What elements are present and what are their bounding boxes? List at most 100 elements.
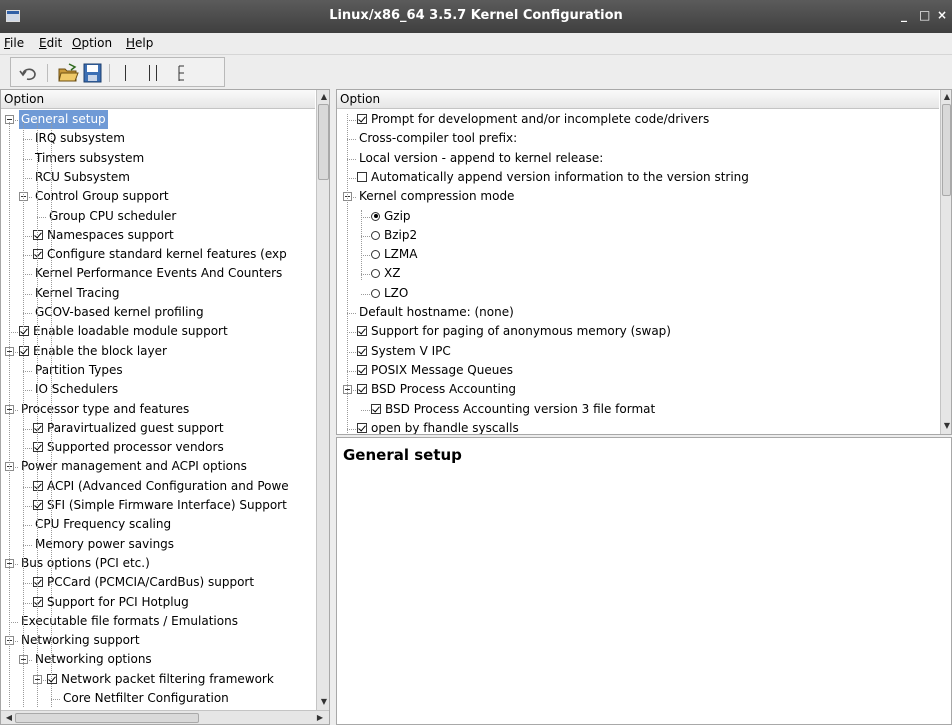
tree-item[interactable]: Kernel Tracing (33, 284, 122, 303)
tree-item-label: Timers subsystem (35, 150, 145, 165)
option-list-pane[interactable]: Option Prompt for development and/or inc… (336, 89, 952, 435)
checked-checkbox-icon[interactable] (357, 345, 367, 356)
scroll-up-icon[interactable]: ▲ (318, 91, 329, 103)
undo-icon[interactable] (17, 62, 39, 84)
option-row[interactable]: XZ (371, 264, 402, 283)
tree-item[interactable]: Partition Types (33, 361, 125, 380)
checked-checkbox-icon[interactable] (33, 442, 43, 453)
tree-item[interactable]: Kernel Performance Events And Counters (33, 264, 284, 283)
checked-checkbox-icon[interactable] (357, 326, 367, 337)
checked-checkbox-icon[interactable] (33, 229, 43, 240)
option-row[interactable]: LZMA (371, 245, 419, 264)
option-row[interactable]: System V IPC (357, 342, 453, 361)
tree-item[interactable]: Bus options (PCI etc.) (19, 554, 152, 573)
scroll-thumb[interactable] (942, 104, 951, 196)
scroll-left-icon[interactable]: ◀ (3, 712, 15, 724)
tree-item[interactable]: PCCard (PCMCIA/CardBus) support (33, 573, 256, 592)
option-row[interactable]: Support for paging of anonymous memory (… (357, 322, 673, 341)
tree-item[interactable]: Executable file formats / Emulations (19, 612, 240, 631)
tree-item[interactable]: General setup (19, 110, 108, 129)
checked-checkbox-icon[interactable] (357, 114, 367, 124)
option-row[interactable]: Local version - append to kernel release… (357, 149, 605, 168)
option-row[interactable]: BSD Process Accounting version 3 file fo… (371, 400, 657, 419)
tree-item[interactable]: CPU Frequency scaling (33, 515, 173, 534)
open-folder-icon[interactable] (57, 62, 79, 84)
option-tree-pane[interactable]: Option General setup IRQ subsystem Timers … (0, 89, 330, 725)
scroll-right-icon[interactable]: ▶ (314, 712, 326, 724)
radio-icon[interactable] (371, 250, 380, 260)
tree-item[interactable]: Paravirtualized guest support (33, 419, 226, 438)
radio-icon[interactable] (371, 230, 380, 240)
left-column-header[interactable]: Option (1, 90, 315, 109)
checked-checkbox-icon[interactable] (371, 403, 381, 414)
right-vertical-scrollbar[interactable]: ▲ ▼ (940, 90, 951, 434)
right-column-header[interactable]: Option (337, 90, 939, 109)
tree-item[interactable]: Supported processor vendors (33, 438, 226, 457)
radio-icon[interactable] (371, 269, 380, 279)
tree-item[interactable]: Configure standard kernel features (exp (33, 245, 289, 264)
tree-item[interactable]: Group CPU scheduler (47, 207, 178, 226)
tree-item[interactable]: Power management and ACPI options (19, 457, 249, 476)
checked-checkbox-icon[interactable] (33, 422, 43, 433)
option-row[interactable]: Kernel compression mode (357, 187, 516, 206)
scroll-thumb[interactable] (15, 713, 199, 723)
checked-checkbox-icon[interactable] (33, 480, 43, 491)
single-view-icon[interactable] (119, 62, 133, 84)
left-horizontal-scrollbar[interactable]: ◀ ▶ (1, 710, 329, 724)
tree-item[interactable]: GCOV-based kernel profiling (33, 303, 206, 322)
option-row[interactable]: Automatically append version information… (357, 168, 751, 187)
tree-item[interactable]: SFI (Simple Firmware Interface) Support (33, 496, 289, 515)
option-row[interactable]: open by fhandle syscalls (357, 419, 521, 434)
maximize-button[interactable]: □ (919, 8, 930, 22)
minimize-button[interactable]: _ (901, 8, 907, 22)
save-icon[interactable] (81, 62, 103, 84)
tree-connector (23, 255, 32, 257)
scroll-up-icon[interactable]: ▲ (941, 91, 951, 103)
menu-edit[interactable]: Edit (39, 36, 62, 50)
checked-checkbox-icon[interactable] (33, 249, 43, 260)
checked-checkbox-icon[interactable] (19, 345, 29, 356)
tree-item[interactable]: Core Netfilter Configuration (61, 689, 231, 708)
tree-item[interactable]: Namespaces support (33, 226, 176, 245)
checked-checkbox-icon[interactable] (357, 384, 367, 395)
option-row[interactable]: LZO (371, 284, 410, 303)
option-row[interactable]: Prompt for development and/or incomplete… (357, 110, 711, 129)
checkbox-icon[interactable] (357, 171, 367, 182)
checked-checkbox-icon[interactable] (33, 577, 43, 588)
menu-help[interactable]: Help (126, 36, 153, 50)
tree-item[interactable]: ACPI (Advanced Configuration and Powe (33, 477, 291, 496)
checked-checkbox-icon[interactable] (47, 673, 57, 684)
tree-item[interactable]: Timers subsystem (33, 149, 146, 168)
tree-item[interactable]: Network packet filtering framework (47, 670, 276, 689)
option-row[interactable]: BSD Process Accounting (357, 380, 518, 399)
option-row[interactable]: Bzip2 (371, 226, 419, 245)
tree-item[interactable]: Memory power savings (33, 535, 176, 554)
split-view-icon[interactable] (145, 62, 163, 84)
tree-item[interactable]: RCU Subsystem (33, 168, 132, 187)
option-row[interactable]: POSIX Message Queues (357, 361, 515, 380)
tree-item[interactable]: Enable the block layer (19, 342, 169, 361)
checked-checkbox-icon[interactable] (19, 326, 29, 337)
close-button[interactable]: × (937, 8, 947, 22)
menu-file[interactable]: File (4, 36, 24, 50)
scroll-down-icon[interactable]: ▼ (318, 696, 329, 708)
tree-item[interactable]: Control Group support (33, 187, 171, 206)
scroll-down-icon[interactable]: ▼ (941, 420, 951, 432)
tree-item[interactable]: Processor type and features (19, 400, 191, 419)
selected-radio-icon[interactable] (371, 211, 380, 221)
full-view-icon[interactable] (173, 62, 191, 84)
menu-option[interactable]: Option (72, 36, 112, 50)
checked-checkbox-icon[interactable] (357, 364, 367, 375)
radio-icon[interactable] (371, 288, 380, 298)
checked-checkbox-icon[interactable] (33, 500, 43, 510)
option-row[interactable]: Cross-compiler tool prefix: (357, 129, 519, 148)
tree-item[interactable]: IO Schedulers (33, 380, 120, 399)
checked-checkbox-icon[interactable] (33, 596, 43, 607)
option-row[interactable]: Default hostname: (none) (357, 303, 516, 322)
scroll-thumb[interactable] (318, 104, 329, 180)
tree-item[interactable]: IRQ subsystem (33, 129, 127, 148)
left-vertical-scrollbar[interactable]: ▲ ▼ (316, 90, 329, 710)
checked-checkbox-icon[interactable] (357, 422, 367, 433)
option-row[interactable]: Gzip (371, 207, 413, 226)
tree-item[interactable]: Support for PCI Hotplug (33, 593, 191, 612)
